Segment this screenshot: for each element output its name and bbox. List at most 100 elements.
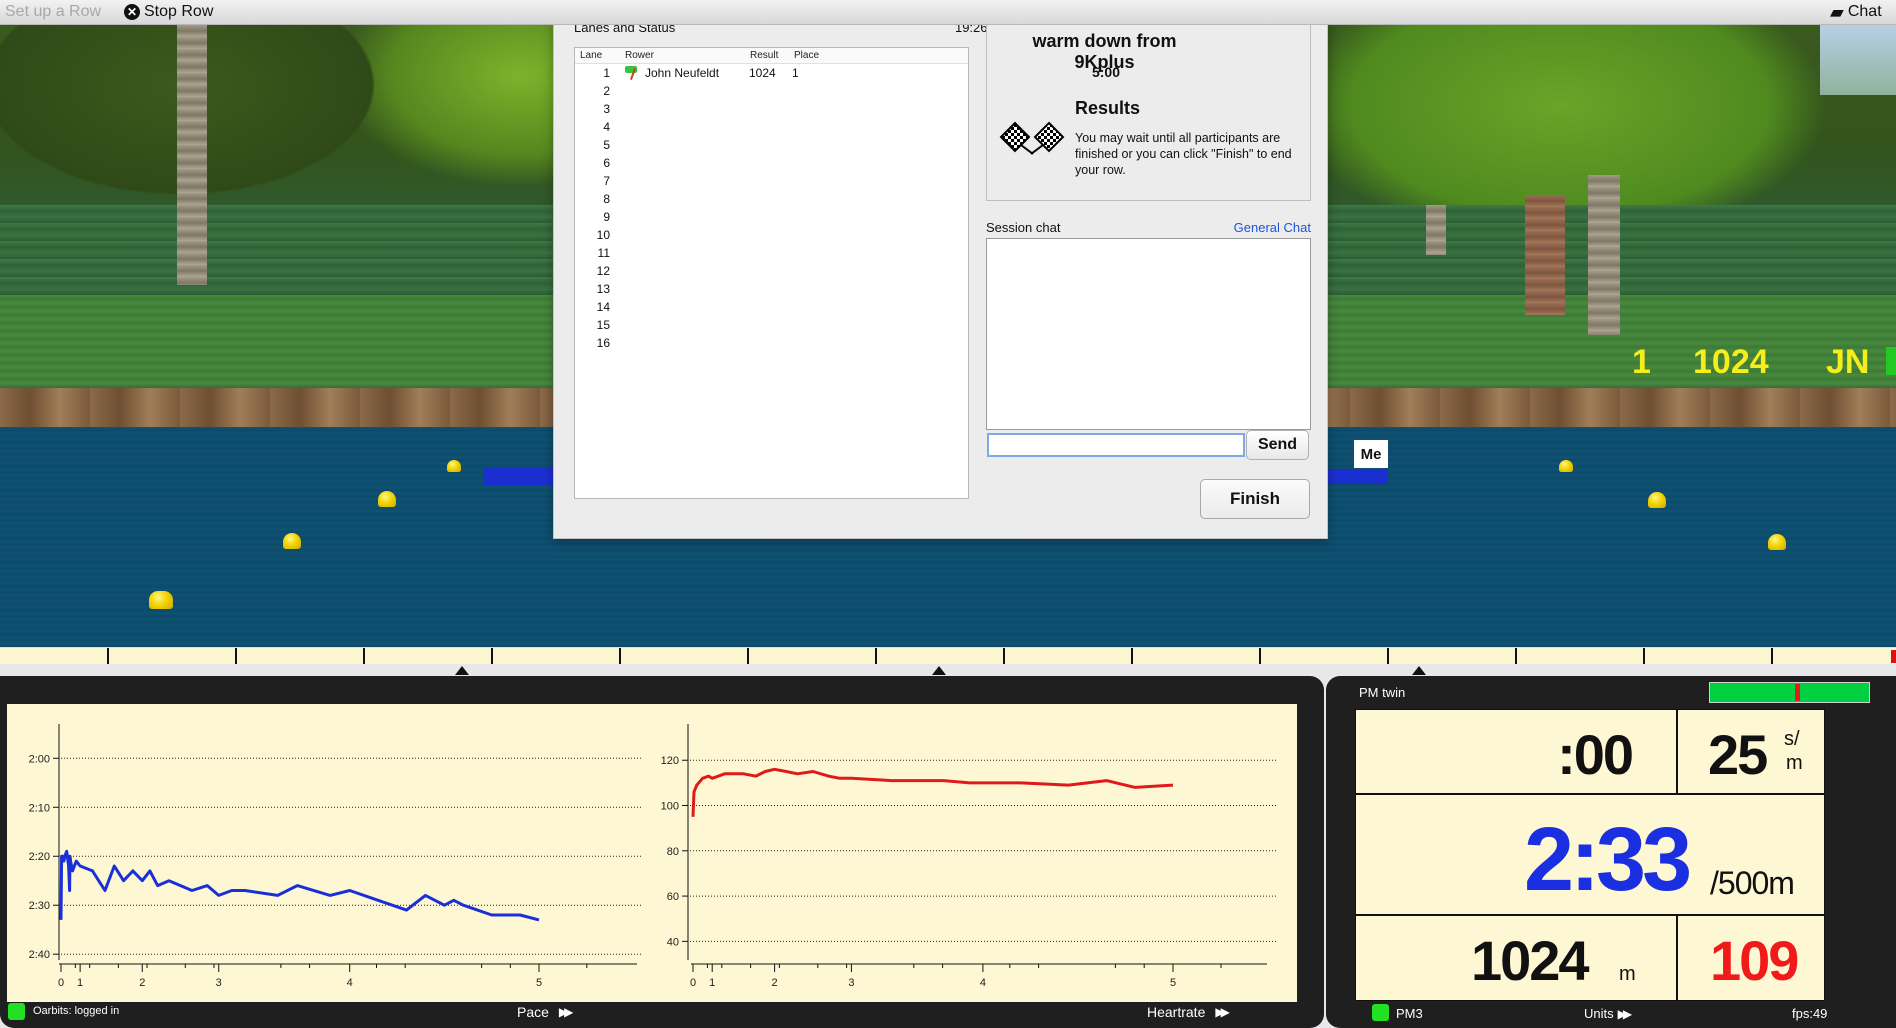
lane-number: 8 — [603, 192, 610, 206]
lane-row[interactable]: 2 — [575, 82, 968, 100]
fast-forward-icon: ▶▶ — [1617, 1006, 1633, 1021]
y-tick-label: 2:10 — [29, 802, 50, 814]
lane-row[interactable]: 14 — [575, 298, 968, 316]
y-tick-label: 2:40 — [29, 949, 50, 961]
y-tick-label: 2:20 — [29, 851, 50, 863]
ruler-tick — [1515, 648, 1517, 665]
units-button[interactable]: Units ▶▶ — [1584, 1006, 1633, 1021]
overlay-initials: JN — [1826, 343, 1870, 381]
pm-display: :00 25 s/ m 2:33 /500m 1024 m 109 — [1355, 709, 1825, 1001]
lane-number: 12 — [596, 264, 610, 278]
tree-trunk — [1426, 205, 1446, 255]
stroke-rate-cell: 25 s/ m — [1678, 710, 1824, 793]
oarbits-status-indicator — [8, 1003, 25, 1020]
lane-number: 14 — [596, 300, 610, 314]
lane-row[interactable]: 1 John Neufeldt 1024 1 — [575, 64, 968, 82]
chat-button[interactable]: ▰ Chat — [1830, 3, 1882, 21]
buoy — [283, 533, 301, 549]
pm-connection-indicator — [1372, 1004, 1389, 1021]
top-menu-bar: Set up a Row ✕ Stop Row ▰ Chat — [0, 0, 1896, 25]
charts-svg: 2:00 2:10 2:20 2:30 2:40 0 1 2 3 4 5 40 60 80 100 120 0 1… — [29, 724, 1277, 989]
lane-row[interactable]: 3 — [575, 100, 968, 118]
lanes-table-body: 1 John Neufeldt 1024 1 2 3 4 5 6 7 8 9 10 11 12 13 14 15 1… — [575, 64, 968, 352]
lane-row[interactable]: 6 — [575, 154, 968, 172]
setup-row-label: Set up a Row — [5, 3, 102, 20]
rower-cell: John Neufeldt — [620, 66, 745, 80]
lane-number: 10 — [596, 228, 610, 242]
send-button[interactable]: Send — [1246, 430, 1309, 460]
pace-series-line — [59, 849, 540, 922]
results-text: You may wait until all participants are … — [1075, 131, 1292, 177]
session-chat-label: Session chat — [986, 220, 1061, 235]
lane-number: 16 — [596, 336, 610, 350]
y-tick-label: 60 — [667, 891, 679, 903]
y-tick-label: 40 — [667, 936, 679, 948]
lane-row[interactable]: 12 — [575, 262, 968, 280]
lane-row[interactable]: 4 — [575, 118, 968, 136]
my-boat — [1328, 469, 1388, 484]
x-tick-label: 4 — [347, 977, 353, 989]
lanes-table-header: Lane Rower Result Place — [575, 48, 968, 64]
ruler-tick — [107, 648, 109, 665]
lane-status-indicator — [1886, 347, 1896, 375]
heartrate-series-line — [691, 767, 1174, 817]
lane-row[interactable]: 10 — [575, 226, 968, 244]
ruler-tick — [491, 648, 493, 665]
lane-row[interactable]: 13 — [575, 280, 968, 298]
position-pointer[interactable] — [1412, 666, 1426, 675]
x-tick-label: 5 — [536, 977, 542, 989]
stop-row-button[interactable]: ✕ Stop Row — [124, 3, 213, 21]
x-tick-label: 1 — [77, 977, 83, 989]
ruler-base — [0, 664, 1896, 676]
lane-number: 15 — [596, 318, 610, 332]
lane-row[interactable]: 15 — [575, 316, 968, 334]
rower-name: John Neufeldt — [645, 66, 720, 80]
force-marker — [1795, 684, 1801, 701]
setup-row-button[interactable]: Set up a Row — [5, 3, 101, 21]
ruler-tick — [619, 648, 621, 665]
lane-row[interactable]: 9 — [575, 208, 968, 226]
y-tick-label: 120 — [661, 755, 679, 767]
chat-input[interactable] — [987, 433, 1245, 457]
header-lane[interactable]: Lane — [575, 48, 620, 63]
heartrate-label: Heartrate — [1147, 1004, 1206, 1020]
heartrate-chart-button[interactable]: Heartrate ▶▶ — [1147, 1004, 1230, 1020]
me-label: Me — [1354, 440, 1388, 468]
sky — [1820, 25, 1896, 95]
lane-number: 4 — [603, 120, 610, 134]
buoy — [149, 591, 173, 609]
lane-number: 2 — [603, 84, 610, 98]
pm-title: PM twin — [1359, 685, 1406, 700]
buoy — [447, 460, 461, 472]
lane-row[interactable]: 5 — [575, 136, 968, 154]
position-pointer[interactable] — [932, 666, 946, 675]
distance-cell: 1024 m — [1356, 916, 1676, 1000]
charts-panel: 2:00 2:10 2:20 2:30 2:40 0 1 2 3 4 5 40 60 80 100 120 0 1… — [0, 676, 1324, 1028]
buoy — [378, 491, 396, 507]
heart-rate-value: 109 — [1710, 929, 1799, 992]
chat-messages[interactable] — [986, 238, 1311, 430]
y-tick-label: 80 — [667, 846, 679, 858]
pace-unit: /500m — [1710, 865, 1795, 901]
lane-number: 9 — [603, 210, 610, 224]
x-tick-label: 5 — [1170, 977, 1176, 989]
overlay-place: 1 — [1632, 343, 1651, 381]
general-chat-link[interactable]: General Chat — [1194, 220, 1311, 235]
units-label: Units — [1584, 1006, 1614, 1021]
position-pointer[interactable] — [455, 666, 469, 675]
header-rower[interactable]: Rower — [620, 48, 745, 63]
lane-row[interactable]: 16 — [575, 334, 968, 352]
lane-row[interactable]: 8 — [575, 190, 968, 208]
stroke-rate-unit-top: s/ — [1784, 728, 1800, 750]
x-circle-icon: ✕ — [124, 4, 140, 20]
lane-row[interactable]: 11 — [575, 244, 968, 262]
finish-button[interactable]: Finish — [1200, 479, 1310, 519]
pace-cell: 2:33 /500m — [1356, 795, 1824, 914]
header-place[interactable]: Place — [789, 48, 829, 63]
lane-number: 7 — [603, 174, 610, 188]
lanes-status-dialog: Lanes and Status 19:26 GMT Lane Rower Re… — [553, 0, 1328, 539]
speech-bubbles-icon: ▰ — [1830, 2, 1844, 22]
lane-row[interactable]: 7 — [575, 172, 968, 190]
header-result[interactable]: Result — [745, 48, 789, 63]
pace-chart-button[interactable]: Pace ▶▶ — [517, 1004, 574, 1020]
